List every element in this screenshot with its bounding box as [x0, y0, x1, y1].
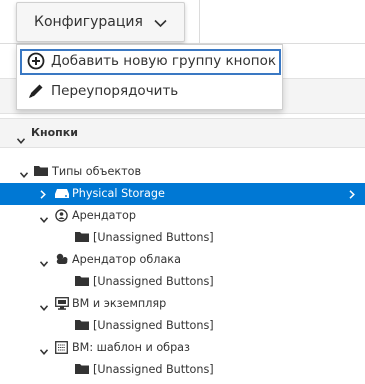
configuration-dropdown-menu: Добавить новую группу кнопок Переупорядо…: [16, 44, 283, 110]
chevron-right-icon: [40, 189, 46, 202]
toolbar: Конфигурация: [0, 0, 365, 44]
caret-down-icon: [39, 257, 49, 270]
caret-down-icon: [39, 213, 49, 226]
caret-down-icon: [39, 345, 49, 358]
folder-icon: [34, 165, 48, 179]
folder-icon: [75, 231, 89, 245]
vm-icon: [55, 297, 69, 313]
tree-row-vm-instance[interactable]: ВМ и экземпляр: [0, 293, 365, 315]
folder-icon: [75, 275, 89, 289]
tree-row-vm-template[interactable]: ВМ: шаблон и образ: [0, 337, 365, 359]
folder-icon: [75, 363, 89, 377]
pencil-icon: [27, 82, 45, 104]
tree-row-cloud-tenant-unassigned[interactable]: [Unassigned Buttons]: [0, 271, 365, 293]
tree-node-label: Арендатор: [72, 209, 137, 222]
chevron-right-icon: [349, 189, 355, 202]
caret-down-icon: [16, 129, 26, 148]
tree-row-physical-storage[interactable]: Physical Storage: [0, 183, 365, 205]
menu-item-add-group-label: Добавить новую группу кнопок: [51, 53, 276, 69]
tree-root-row[interactable]: Типы объектов: [0, 161, 365, 183]
tree-row-vm-instance-unassigned[interactable]: [Unassigned Buttons]: [0, 315, 365, 337]
menu-item-reorder-label: Переупорядочить: [51, 83, 179, 99]
tree-child-label: [Unassigned Buttons]: [93, 363, 214, 376]
tree-row-tenant-unassigned[interactable]: [Unassigned Buttons]: [0, 227, 365, 249]
caret-down-icon: [39, 301, 49, 314]
template-icon: [55, 341, 68, 357]
configuration-button-label: Конфигурация: [34, 14, 143, 30]
chevron-down-icon: [154, 16, 167, 32]
tenant-icon: [55, 209, 68, 225]
section-header-buttons[interactable]: Кнопки: [0, 118, 365, 148]
menu-item-add-group[interactable]: Добавить новую группу кнопок: [20, 49, 281, 75]
cloud-tenant-icon: [55, 253, 69, 268]
folder-icon: [75, 319, 89, 333]
tree-row-vm-template-unassigned[interactable]: [Unassigned Buttons]: [0, 359, 365, 381]
toolbar-separator: [199, 0, 200, 44]
menu-item-reorder[interactable]: Переупорядочить: [20, 79, 281, 105]
tree-child-label: [Unassigned Buttons]: [93, 231, 214, 244]
tree-node-label: ВМ и экземпляр: [72, 297, 167, 310]
caret-down-icon: [19, 168, 29, 181]
storage-icon: [55, 188, 69, 201]
tree-root-label: Типы объектов: [52, 165, 142, 178]
tree-child-label: [Unassigned Buttons]: [93, 319, 214, 332]
tree-row-cloud-tenant[interactable]: Арендатор облака: [0, 249, 365, 271]
plus-circle-icon: [27, 52, 45, 74]
configuration-button[interactable]: Конфигурация: [16, 2, 185, 42]
tree-node-label: ВМ: шаблон и образ: [72, 341, 190, 354]
tree-node-label: Physical Storage: [72, 187, 165, 200]
section-title: Кнопки: [31, 126, 78, 139]
tree-row-tenant[interactable]: Арендатор: [0, 205, 365, 227]
tree-child-label: [Unassigned Buttons]: [93, 275, 214, 288]
tree-node-label: Арендатор облака: [72, 253, 181, 266]
